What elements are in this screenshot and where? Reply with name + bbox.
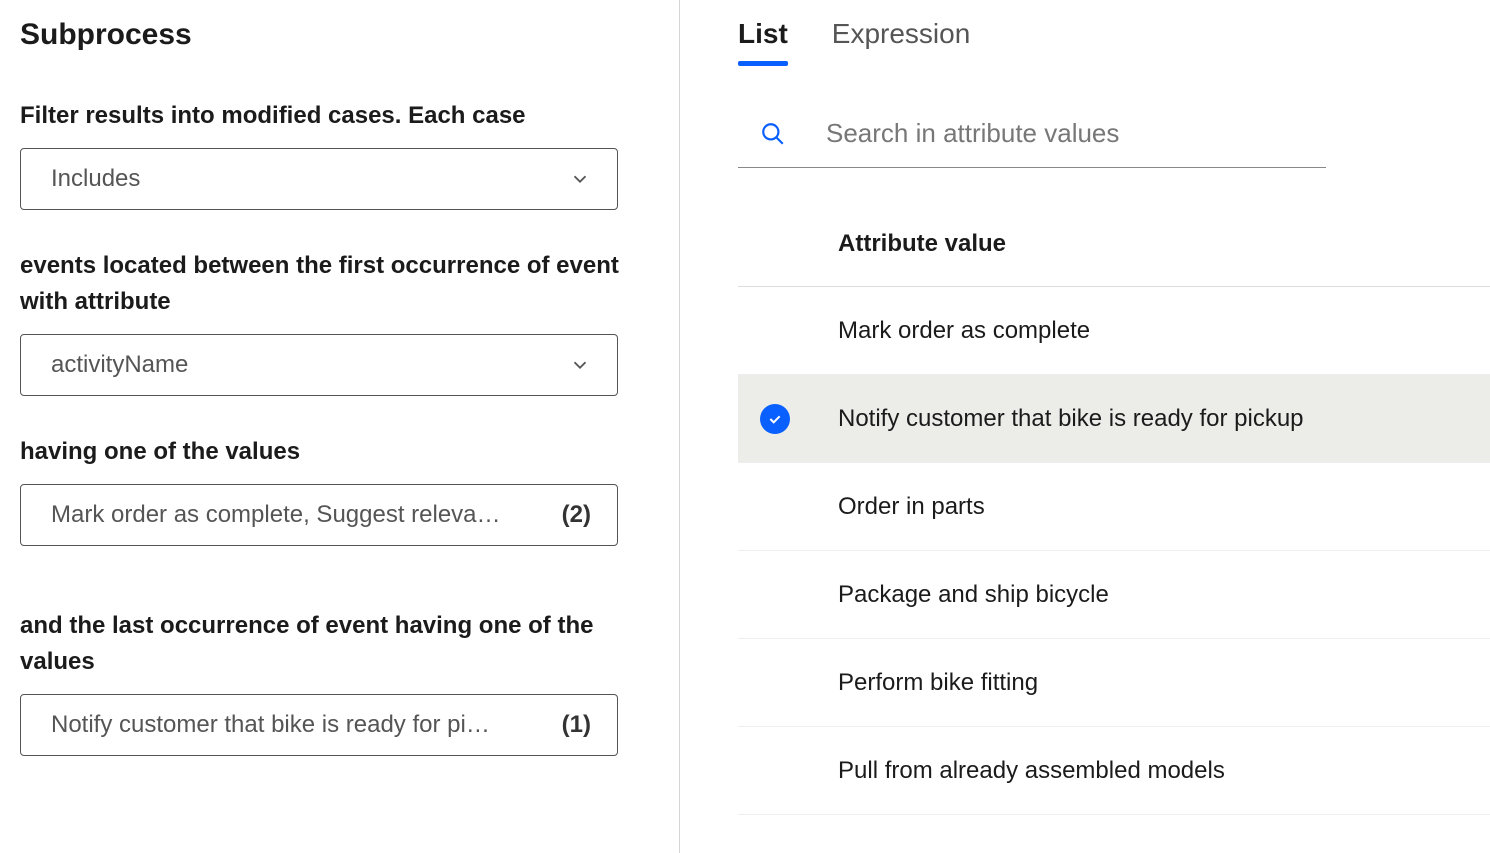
tab-list[interactable]: List: [738, 18, 788, 66]
having-values-select[interactable]: Mark order as complete, Suggest releva… …: [20, 484, 618, 546]
list-item[interactable]: Perform bike fitting: [738, 639, 1490, 727]
last-values-select[interactable]: Notify customer that bike is ready for p…: [20, 694, 618, 756]
between-group: events located between the first occurre…: [20, 248, 659, 396]
list-item-label: Perform bike fitting: [838, 669, 1038, 697]
list-item[interactable]: Order in parts: [738, 463, 1490, 551]
attribute-list: Mark order as complete Notify customer th…: [738, 287, 1490, 815]
attribute-value: activityName: [51, 351, 559, 379]
tab-expression[interactable]: Expression: [832, 18, 971, 66]
having-group: having one of the values Mark order as c…: [20, 434, 659, 546]
attribute-value-header: Attribute value: [738, 230, 1490, 287]
right-panel: List Expression Attribute value Mark ord…: [680, 0, 1490, 853]
last-values-text: Notify customer that bike is ready for p…: [51, 711, 548, 739]
chevron-down-icon: [569, 168, 591, 190]
last-values-count: (1): [562, 711, 591, 739]
having-label: having one of the values: [20, 434, 659, 470]
filter-group: Filter results into modified cases. Each…: [20, 98, 659, 210]
attribute-select[interactable]: activityName: [20, 334, 618, 396]
list-item[interactable]: Notify customer that bike is ready for p…: [738, 375, 1490, 463]
search-icon: [760, 121, 786, 147]
last-group: and the last occurrence of event having …: [20, 608, 659, 756]
left-panel: Subprocess Filter results into modified …: [0, 0, 680, 853]
check-icon: [760, 404, 790, 434]
last-label: and the last occurrence of event having …: [20, 608, 659, 680]
list-item-label: Package and ship bicycle: [838, 581, 1109, 609]
search-input[interactable]: [826, 118, 1326, 149]
list-item-label: Notify customer that bike is ready for p…: [838, 405, 1304, 433]
having-values-text: Mark order as complete, Suggest releva…: [51, 501, 548, 529]
list-item[interactable]: Package and ship bicycle: [738, 551, 1490, 639]
list-item-label: Pull from already assembled models: [838, 757, 1225, 785]
list-item-label: Mark order as complete: [838, 317, 1090, 345]
search-row: [738, 118, 1326, 168]
list-item[interactable]: Pull from already assembled models: [738, 727, 1490, 815]
filter-label: Filter results into modified cases. Each…: [20, 98, 659, 134]
having-values-count: (2): [562, 501, 591, 529]
between-label: events located between the first occurre…: [20, 248, 659, 320]
page-title: Subprocess: [20, 18, 659, 52]
chevron-down-icon: [569, 354, 591, 376]
tabs: List Expression: [738, 18, 1490, 66]
list-item[interactable]: Mark order as complete: [738, 287, 1490, 375]
filter-select[interactable]: Includes: [20, 148, 618, 210]
filter-value: Includes: [51, 165, 559, 193]
list-item-label: Order in parts: [838, 493, 985, 521]
